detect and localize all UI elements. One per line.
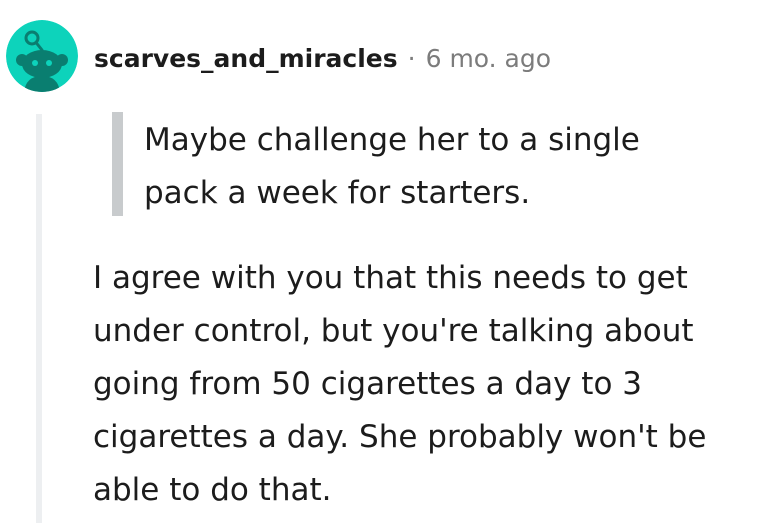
quote-text: Maybe challenge her to a single pack a w…	[144, 114, 704, 220]
comment-header: scarves_and_miracles · 6 mo. ago	[94, 38, 551, 78]
username-link[interactable]: scarves_and_miracles	[94, 44, 398, 73]
thread-collapse-line[interactable]	[36, 114, 42, 523]
avatar[interactable]	[6, 20, 78, 92]
body-line: cigarettes a day. She probably won't be	[93, 419, 707, 455]
comment-timestamp[interactable]: 6 mo. ago	[426, 44, 551, 73]
comment-body: I agree with you that this needs to get …	[93, 252, 753, 517]
separator-dot: ·	[407, 43, 416, 73]
blockquote: Maybe challenge her to a single pack a w…	[112, 112, 732, 216]
quote-line: Maybe challenge her to a single	[144, 122, 640, 158]
snoo-avatar-icon	[6, 20, 78, 92]
body-line: able to do that.	[93, 472, 332, 508]
body-line: under control, but you're talking about	[93, 313, 694, 349]
body-line: I agree with you that this needs to get	[93, 260, 688, 296]
quote-line: pack a week for starters.	[144, 175, 531, 211]
body-line: going from 50 cigarettes a day to 3	[93, 366, 643, 402]
quote-bar	[112, 112, 123, 216]
